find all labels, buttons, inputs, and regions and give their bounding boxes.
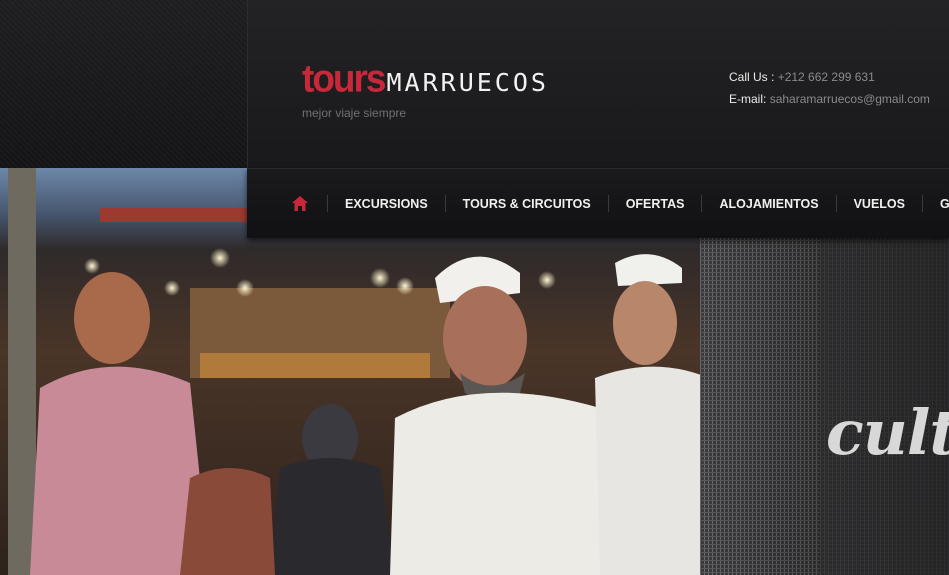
site-header: toursMARRUECOS mejor viaje siempre Call … xyxy=(247,0,949,168)
nav-item-vuelos[interactable]: VUELOS xyxy=(837,197,922,211)
contact-phone-row: Call Us : +212 662 299 631 xyxy=(729,66,930,88)
site-tagline: mejor viaje siempre xyxy=(302,106,407,120)
main-navigation: EXCURSIONS TOURS & CIRCUITOS OFERTAS ALO… xyxy=(247,168,949,238)
contact-email-row: E-mail: saharamarruecos@gmail.com xyxy=(729,88,930,110)
phone-value[interactable]: +212 662 299 631 xyxy=(778,70,875,84)
email-label: E-mail: xyxy=(729,92,767,106)
contact-info: Call Us : +212 662 299 631 E-mail: sahar… xyxy=(729,66,930,110)
logo-marruecos-text: MARRUECOS xyxy=(386,68,549,97)
phone-label: Call Us : xyxy=(729,70,775,84)
nav-item-ofertas[interactable]: OFERTAS xyxy=(609,197,702,211)
logo-tours-text: tours xyxy=(302,56,386,100)
hero-slogan-text: cultu xyxy=(826,396,949,469)
email-value[interactable]: saharamarruecos@gmail.com xyxy=(770,92,930,106)
header-background-left xyxy=(0,0,247,168)
site-logo[interactable]: toursMARRUECOS xyxy=(302,56,549,100)
nav-item-alojamientos[interactable]: ALOJAMIENTOS xyxy=(702,197,835,211)
nav-item-excursions[interactable]: EXCURSIONS xyxy=(328,197,445,211)
nav-item-galeria[interactable]: GALER xyxy=(923,197,949,211)
home-icon[interactable] xyxy=(291,195,309,212)
nav-item-tours-circuitos[interactable]: TOURS & CIRCUITOS xyxy=(446,197,608,211)
